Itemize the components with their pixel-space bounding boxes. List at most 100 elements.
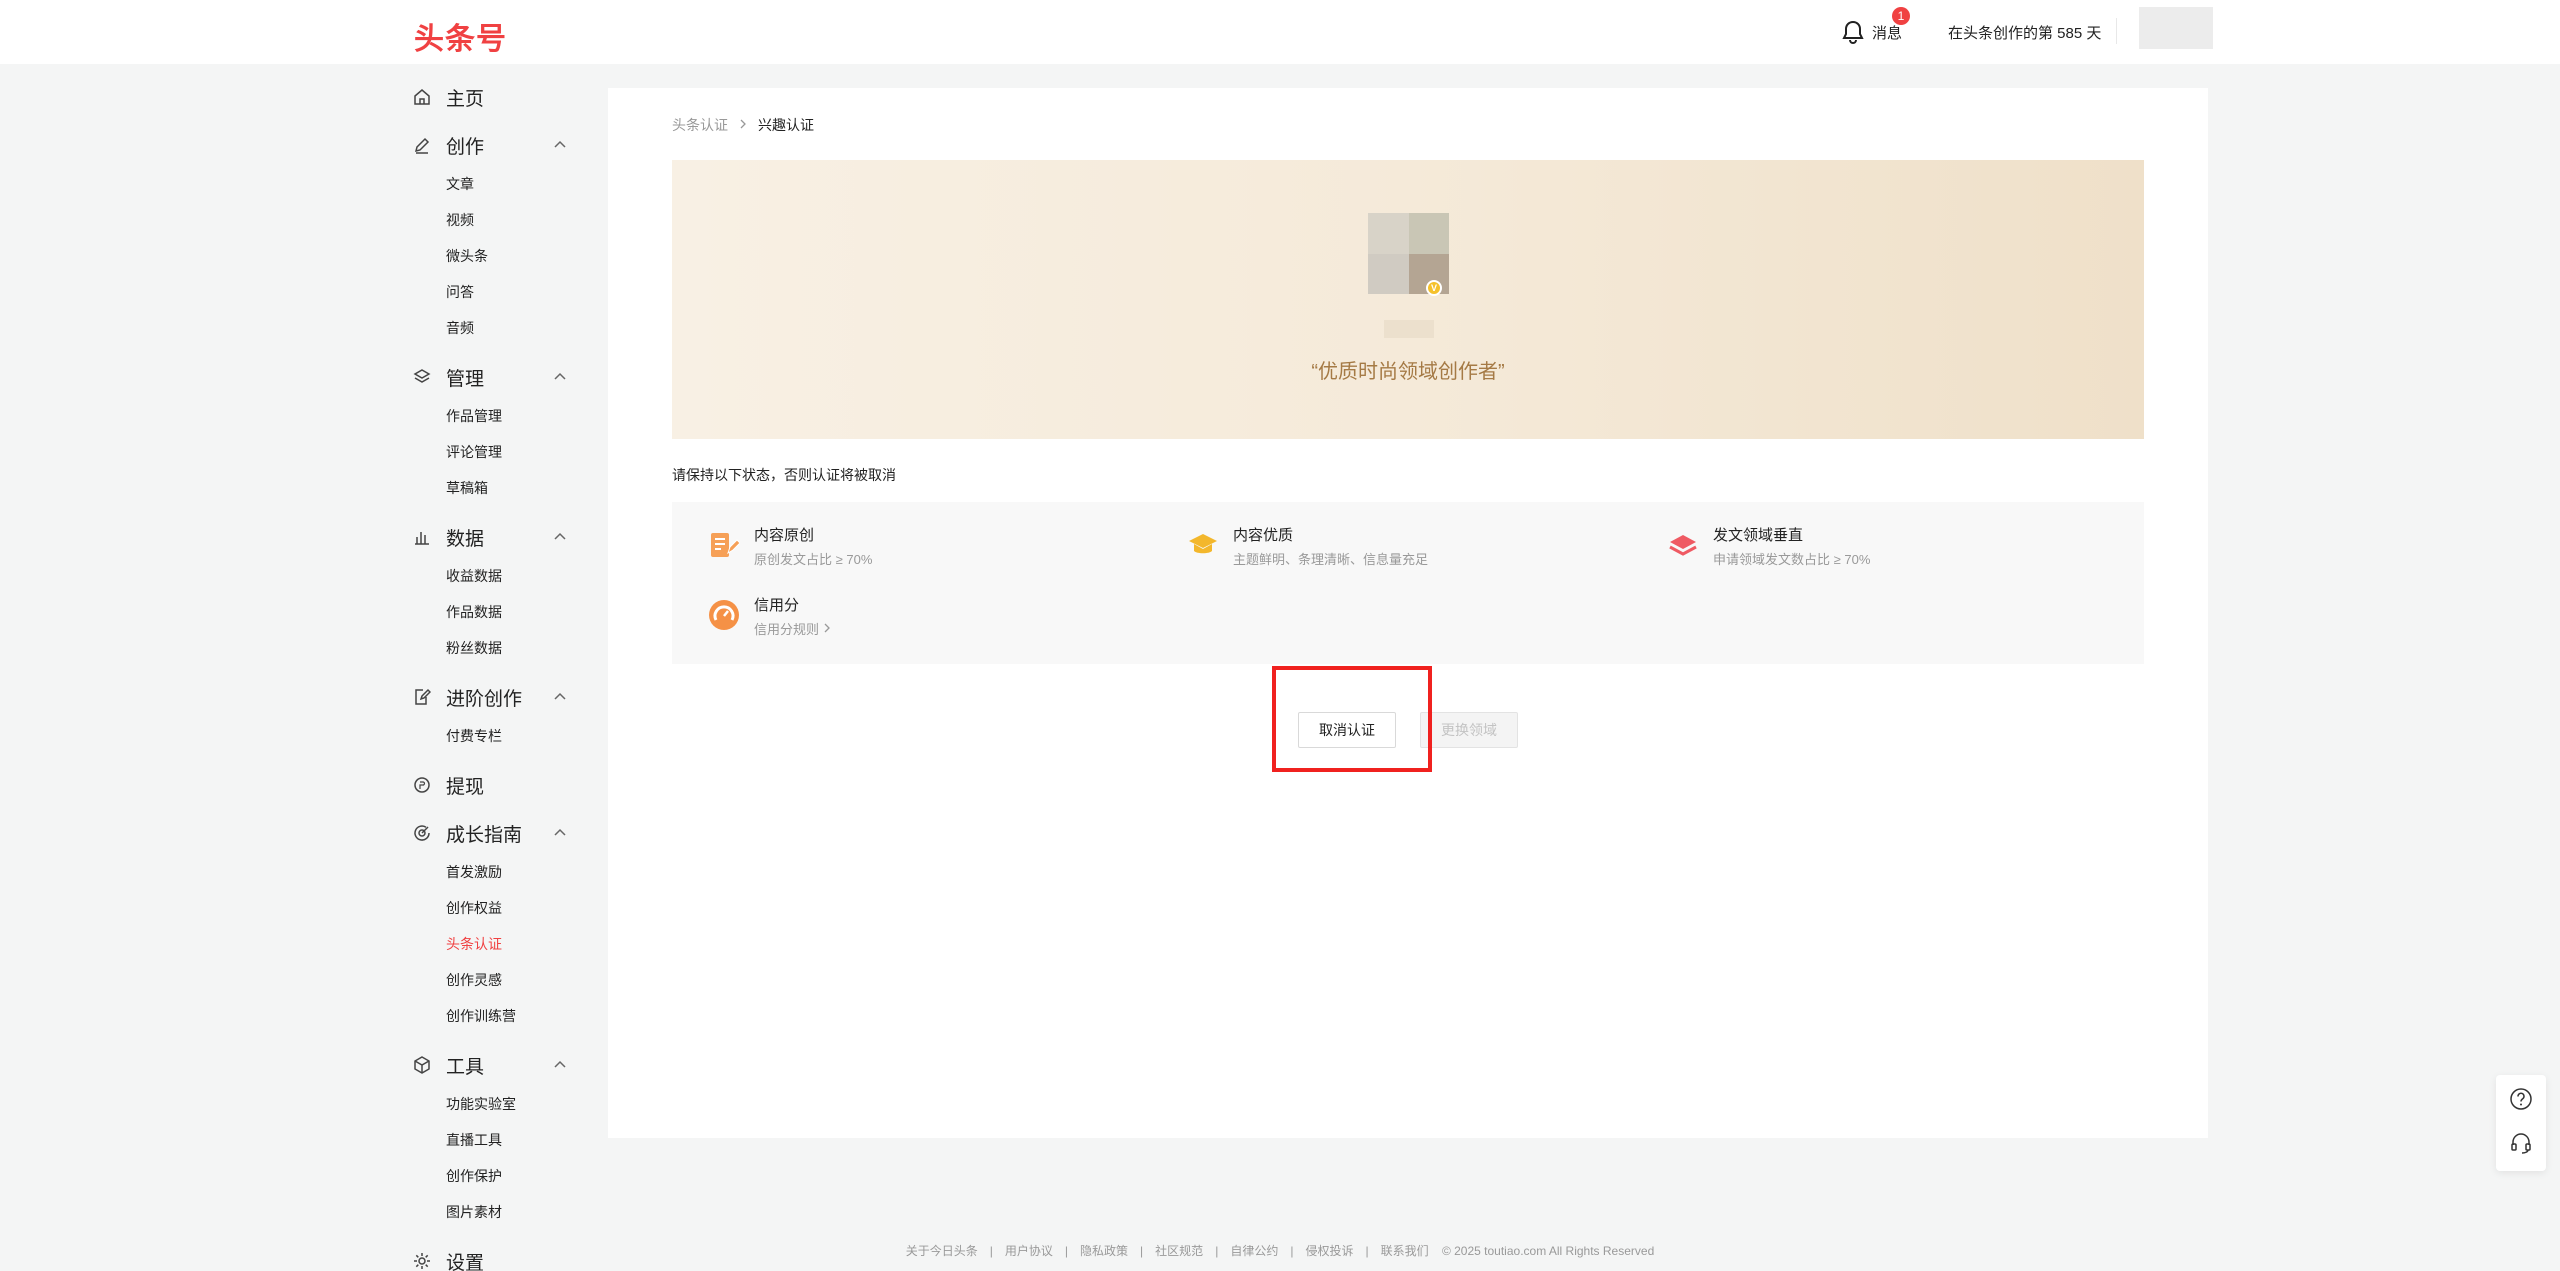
top-header: 头条号 消息 1 在头条创作的第 585 天 [0, 0, 2560, 64]
sidebar-item-inspiration[interactable]: 创作灵感 [446, 970, 502, 990]
header-divider [2116, 18, 2117, 44]
requirement-title: 内容优质 [1233, 527, 1294, 544]
sidebar-group-tools[interactable]: 工具 [404, 1050, 584, 1080]
footer-copyright: © 2025 toutiao.com All Rights Reserved [1441, 1244, 1655, 1258]
sidebar-item-comments-manage[interactable]: 评论管理 [446, 442, 502, 462]
sidebar-item-revenue-data[interactable]: 收益数据 [446, 566, 502, 586]
sidebar-item-label: 提现 [446, 776, 485, 798]
chevron-up-icon [552, 137, 568, 153]
footer-separator: | [1365, 1244, 1369, 1258]
sidebar-item-audio[interactable]: 音频 [446, 318, 474, 338]
chevron-up-icon [552, 369, 568, 385]
requirement-vertical-domain: 发文领域垂直 申请领域发文数占比 ≥ 70% [1667, 525, 1870, 571]
stack-icon [1667, 529, 1699, 561]
requirement-original: 内容原创 原创发文占比 ≥ 70% [708, 525, 872, 571]
sidebar-item-feature-lab[interactable]: 功能实验室 [446, 1094, 516, 1114]
highlight-box [1272, 666, 1432, 772]
gauge-icon [708, 599, 740, 631]
footer-separator: | [1140, 1244, 1144, 1258]
pen-icon [412, 135, 432, 155]
footer-link-infringement[interactable]: 侵权投诉 [1305, 1244, 1353, 1258]
sidebar-item-micro-toutiao[interactable]: 微头条 [446, 246, 488, 266]
sidebar-group-growth[interactable]: 成长指南 [404, 818, 584, 848]
footer-link-user-agreement[interactable]: 用户协议 [1005, 1244, 1053, 1258]
sidebar-item-drafts[interactable]: 草稿箱 [446, 478, 488, 498]
sidebar-item-article[interactable]: 文章 [446, 174, 474, 194]
sidebar-item-live-tools[interactable]: 直播工具 [446, 1130, 502, 1150]
sidebar-group-manage[interactable]: 管理 [404, 362, 584, 392]
sidebar-item-label: 主页 [446, 88, 485, 110]
breadcrumb: 头条认证 兴趣认证 [672, 115, 814, 135]
floating-help-panel [2496, 1075, 2546, 1171]
sidebar-item-video[interactable]: 视频 [446, 210, 474, 230]
chevron-up-icon [552, 825, 568, 841]
edit-doc-icon [412, 687, 432, 707]
chevron-up-icon [552, 1057, 568, 1073]
customer-service-icon[interactable] [2509, 1131, 2533, 1155]
bell-icon [1842, 20, 1864, 45]
sidebar-item-paid-column[interactable]: 付费专栏 [446, 726, 502, 746]
sidebar-group-label: 成长指南 [446, 824, 523, 846]
footer-link-contact[interactable]: 联系我们 [1381, 1244, 1429, 1258]
footer-link-self-discipline[interactable]: 自律公约 [1230, 1244, 1278, 1258]
sidebar-group-label: 管理 [446, 368, 485, 390]
sidebar-item-creation-protection[interactable]: 创作保护 [446, 1166, 502, 1186]
breadcrumb-current: 兴趣认证 [758, 117, 814, 133]
requirement-title: 发文领域垂直 [1713, 527, 1804, 544]
requirement-desc: 申请领域发文数占比 ≥ 70% [1713, 552, 1871, 567]
logo[interactable]: 头条号 [414, 14, 507, 58]
sidebar-group-data[interactable]: 数据 [404, 522, 584, 552]
sidebar-group-label: 创作 [446, 136, 485, 158]
requirement-credit-score: 信用分 信用分规则 [708, 595, 831, 641]
breadcrumb-parent-link[interactable]: 头条认证 [672, 115, 728, 135]
requirement-desc: 主题鲜明、条理清晰、信息量充足 [1233, 552, 1429, 567]
sidebar-item-withdraw[interactable]: 提现 [404, 770, 584, 800]
sidebar-group-advanced[interactable]: 进阶创作 [404, 682, 584, 712]
credit-rules-link[interactable]: 信用分规则 [754, 619, 831, 641]
sidebar-group-label: 工具 [446, 1056, 485, 1078]
sidebar-item-first-publish-incentive[interactable]: 首发激励 [446, 862, 502, 882]
sidebar-item-image-materials[interactable]: 图片素材 [446, 1202, 502, 1222]
sidebar-item-works-data[interactable]: 作品数据 [446, 602, 502, 622]
chevron-up-icon [552, 529, 568, 545]
cube-icon [412, 1055, 432, 1075]
sidebar-item-training-camp[interactable]: 创作训练营 [446, 1006, 516, 1026]
messages-count-badge: 1 [1892, 7, 1910, 25]
sidebar-group-label: 进阶创作 [446, 688, 523, 710]
original-doc-icon [708, 529, 741, 561]
certification-title: “优质时尚领域创作者” [1311, 361, 1505, 383]
messages-button[interactable]: 消息 [1842, 18, 1902, 46]
chevron-right-icon [823, 619, 831, 641]
sidebar-item-qa[interactable]: 问答 [446, 282, 474, 302]
footer-separator: | [1215, 1244, 1219, 1258]
home-icon [412, 87, 432, 107]
footer-separator: | [989, 1244, 993, 1258]
requirements-notice: 请保持以下状态，否则认证将被取消 [672, 467, 896, 483]
footer-separator: | [1290, 1244, 1294, 1258]
sidebar-item-works-manage[interactable]: 作品管理 [446, 406, 502, 426]
chevron-right-icon [738, 117, 748, 133]
requirement-title: 信用分 [754, 597, 800, 614]
coin-icon [412, 775, 432, 795]
avatar[interactable] [2139, 7, 2213, 49]
footer-link-community-rules[interactable]: 社区规范 [1155, 1244, 1203, 1258]
change-domain-button[interactable]: 更换领域 [1420, 712, 1518, 748]
help-question-icon[interactable] [2509, 1087, 2533, 1111]
sidebar-item-toutiao-certification[interactable]: 头条认证 [446, 934, 502, 954]
creator-name-placeholder [1384, 320, 1434, 338]
sidebar-item-fans-data[interactable]: 粉丝数据 [446, 638, 502, 658]
footer-link-about[interactable]: 关于今日头条 [906, 1244, 978, 1258]
graduation-cap-icon [1187, 529, 1219, 561]
footer: 关于今日头条 | 用户协议 | 隐私政策 | 社区规范 | 自律公约 | 侵权投诉 | 联系我们 © 2… [0, 1242, 2560, 1259]
growth-icon [412, 823, 432, 843]
footer-separator: | [1064, 1244, 1069, 1258]
requirement-quality: 内容优质 主题鲜明、条理清晰、信息量充足 [1187, 525, 1428, 571]
verified-v-icon: V [1426, 280, 1442, 296]
bar-chart-icon [412, 527, 432, 547]
sidebar-group-create[interactable]: 创作 [404, 130, 584, 160]
footer-link-privacy[interactable]: 隐私政策 [1080, 1244, 1128, 1258]
sidebar-item-creator-rights[interactable]: 创作权益 [446, 898, 502, 918]
sidebar-item-home[interactable]: 主页 [404, 82, 584, 112]
requirement-title: 内容原创 [754, 527, 815, 544]
chevron-up-icon [552, 689, 568, 705]
